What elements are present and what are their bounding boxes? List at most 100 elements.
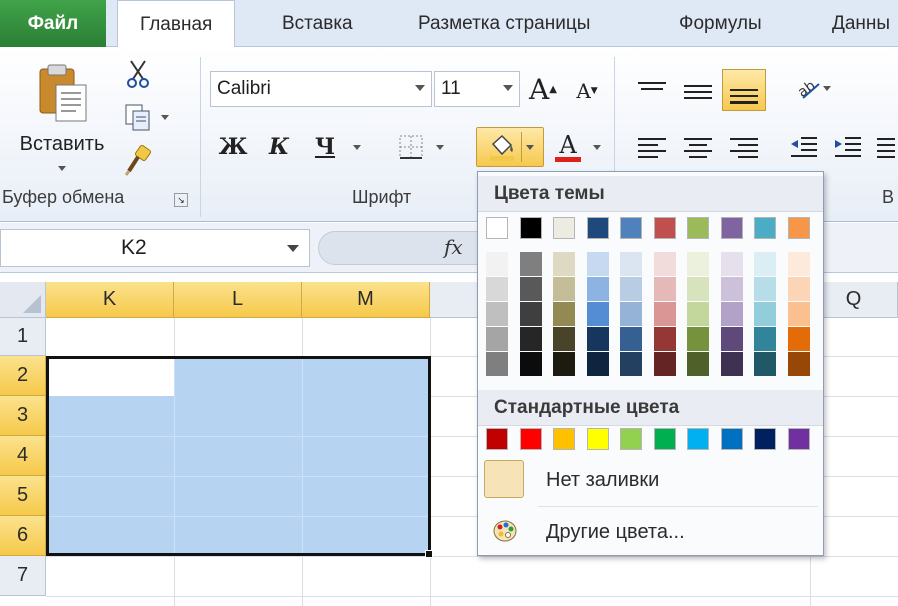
font-name-combo[interactable]: Calibri — [210, 71, 432, 107]
font-color-button[interactable]: A — [548, 127, 608, 167]
fill-handle[interactable] — [425, 550, 433, 558]
theme-shade-swatch[interactable] — [620, 277, 642, 301]
more-colors-item[interactable]: Другие цвета... — [478, 508, 823, 556]
paste-button[interactable]: Вставить — [20, 57, 104, 177]
theme-shade-swatch[interactable] — [787, 327, 810, 351]
insert-function-icon[interactable]: fx — [444, 235, 463, 259]
theme-color-swatch[interactable] — [687, 217, 709, 239]
theme-color-swatch[interactable] — [754, 217, 776, 239]
row-header-3[interactable]: 3 — [0, 396, 46, 436]
theme-shade-swatch[interactable] — [687, 327, 709, 351]
orientation-button[interactable]: ab — [788, 71, 838, 105]
theme-shade-swatch[interactable] — [553, 302, 575, 326]
theme-shade-swatch[interactable] — [687, 352, 709, 376]
fill-color-button[interactable] — [476, 127, 544, 167]
theme-shade-swatch[interactable] — [754, 277, 776, 301]
theme-shade-swatch[interactable] — [553, 352, 575, 376]
wrap-text-button[interactable] — [874, 133, 898, 163]
row-header-4[interactable]: 4 — [0, 436, 46, 476]
align-bottom-button[interactable] — [722, 69, 766, 111]
tab-data[interactable]: Данны — [832, 0, 890, 47]
standard-color-swatch[interactable] — [519, 428, 542, 450]
tab-home[interactable]: Главная — [117, 0, 236, 48]
align-top-button[interactable] — [634, 69, 670, 103]
theme-shade-swatch[interactable] — [720, 252, 743, 276]
chevron-down-icon[interactable] — [415, 85, 425, 91]
theme-shade-swatch[interactable] — [720, 327, 743, 351]
grow-font-button[interactable]: A ▲ — [526, 71, 560, 107]
chevron-down-icon[interactable] — [503, 85, 513, 91]
tab-formulas[interactable]: Формулы — [679, 0, 762, 47]
theme-shade-swatch[interactable] — [486, 352, 508, 376]
theme-shade-swatch[interactable] — [787, 302, 810, 326]
theme-shade-swatch[interactable] — [720, 277, 743, 301]
theme-shade-swatch[interactable] — [754, 352, 776, 376]
cut-button[interactable] — [120, 57, 156, 91]
theme-shade-swatch[interactable] — [586, 327, 609, 351]
theme-shade-swatch[interactable] — [653, 277, 676, 301]
theme-shade-swatch[interactable] — [787, 252, 810, 276]
tab-file[interactable]: Файл — [0, 0, 106, 47]
theme-color-swatch[interactable] — [486, 217, 508, 239]
theme-shade-swatch[interactable] — [519, 352, 542, 376]
theme-shade-swatch[interactable] — [687, 252, 709, 276]
theme-shade-swatch[interactable] — [653, 302, 676, 326]
theme-shade-swatch[interactable] — [553, 327, 575, 351]
theme-shade-swatch[interactable] — [754, 302, 776, 326]
italic-button[interactable]: К — [262, 129, 296, 165]
theme-shade-swatch[interactable] — [720, 352, 743, 376]
theme-shade-swatch[interactable] — [519, 327, 542, 351]
decrease-indent-button[interactable] — [786, 133, 822, 163]
standard-color-swatch[interactable] — [586, 428, 609, 450]
shrink-font-button[interactable]: A ▼ — [570, 75, 604, 107]
theme-shade-swatch[interactable] — [553, 277, 575, 301]
theme-shade-swatch[interactable] — [620, 252, 642, 276]
theme-shade-swatch[interactable] — [687, 277, 709, 301]
standard-color-swatch[interactable] — [754, 428, 776, 450]
theme-shade-swatch[interactable] — [586, 252, 609, 276]
theme-shade-swatch[interactable] — [486, 327, 508, 351]
theme-shade-swatch[interactable] — [519, 302, 542, 326]
theme-color-swatch[interactable] — [787, 217, 810, 239]
align-center-button[interactable] — [680, 133, 716, 163]
theme-color-swatch[interactable] — [586, 217, 609, 239]
standard-color-swatch[interactable] — [620, 428, 642, 450]
theme-color-swatch[interactable] — [653, 217, 676, 239]
column-header-k[interactable]: K — [46, 282, 174, 318]
theme-shade-swatch[interactable] — [720, 302, 743, 326]
theme-shade-swatch[interactable] — [787, 352, 810, 376]
theme-shade-swatch[interactable] — [787, 277, 810, 301]
no-fill-item[interactable]: Нет заливки — [478, 456, 823, 504]
row-header-2[interactable]: 2 — [0, 356, 46, 396]
row-header-1[interactable]: 1 — [0, 318, 46, 356]
standard-color-swatch[interactable] — [486, 428, 508, 450]
theme-color-swatch[interactable] — [620, 217, 642, 239]
copy-button[interactable] — [118, 99, 174, 135]
selection-range[interactable] — [46, 356, 431, 556]
theme-shade-swatch[interactable] — [653, 327, 676, 351]
name-box[interactable]: K2 — [0, 229, 310, 267]
theme-shade-swatch[interactable] — [486, 252, 508, 276]
increase-indent-button[interactable] — [830, 133, 866, 163]
tab-page-layout[interactable]: Разметка страницы — [418, 0, 590, 47]
theme-color-swatch[interactable] — [519, 217, 542, 239]
theme-shade-swatch[interactable] — [687, 302, 709, 326]
row-header-6[interactable]: 6 — [0, 516, 46, 556]
theme-shade-swatch[interactable] — [620, 352, 642, 376]
theme-shade-swatch[interactable] — [486, 277, 508, 301]
underline-button[interactable]: Ч — [308, 129, 342, 165]
column-header-l[interactable]: L — [174, 282, 302, 318]
theme-color-swatch[interactable] — [720, 217, 743, 239]
theme-shade-swatch[interactable] — [754, 327, 776, 351]
theme-shade-swatch[interactable] — [553, 252, 575, 276]
theme-shade-swatch[interactable] — [754, 252, 776, 276]
theme-shade-swatch[interactable] — [519, 277, 542, 301]
tab-insert[interactable]: Вставка — [282, 0, 353, 47]
bold-button[interactable]: Ж — [216, 129, 250, 165]
chevron-down-icon[interactable] — [287, 245, 299, 252]
borders-button[interactable] — [386, 129, 456, 165]
theme-shade-swatch[interactable] — [653, 252, 676, 276]
theme-shade-swatch[interactable] — [620, 302, 642, 326]
theme-shade-swatch[interactable] — [586, 352, 609, 376]
row-header-5[interactable]: 5 — [0, 476, 46, 516]
